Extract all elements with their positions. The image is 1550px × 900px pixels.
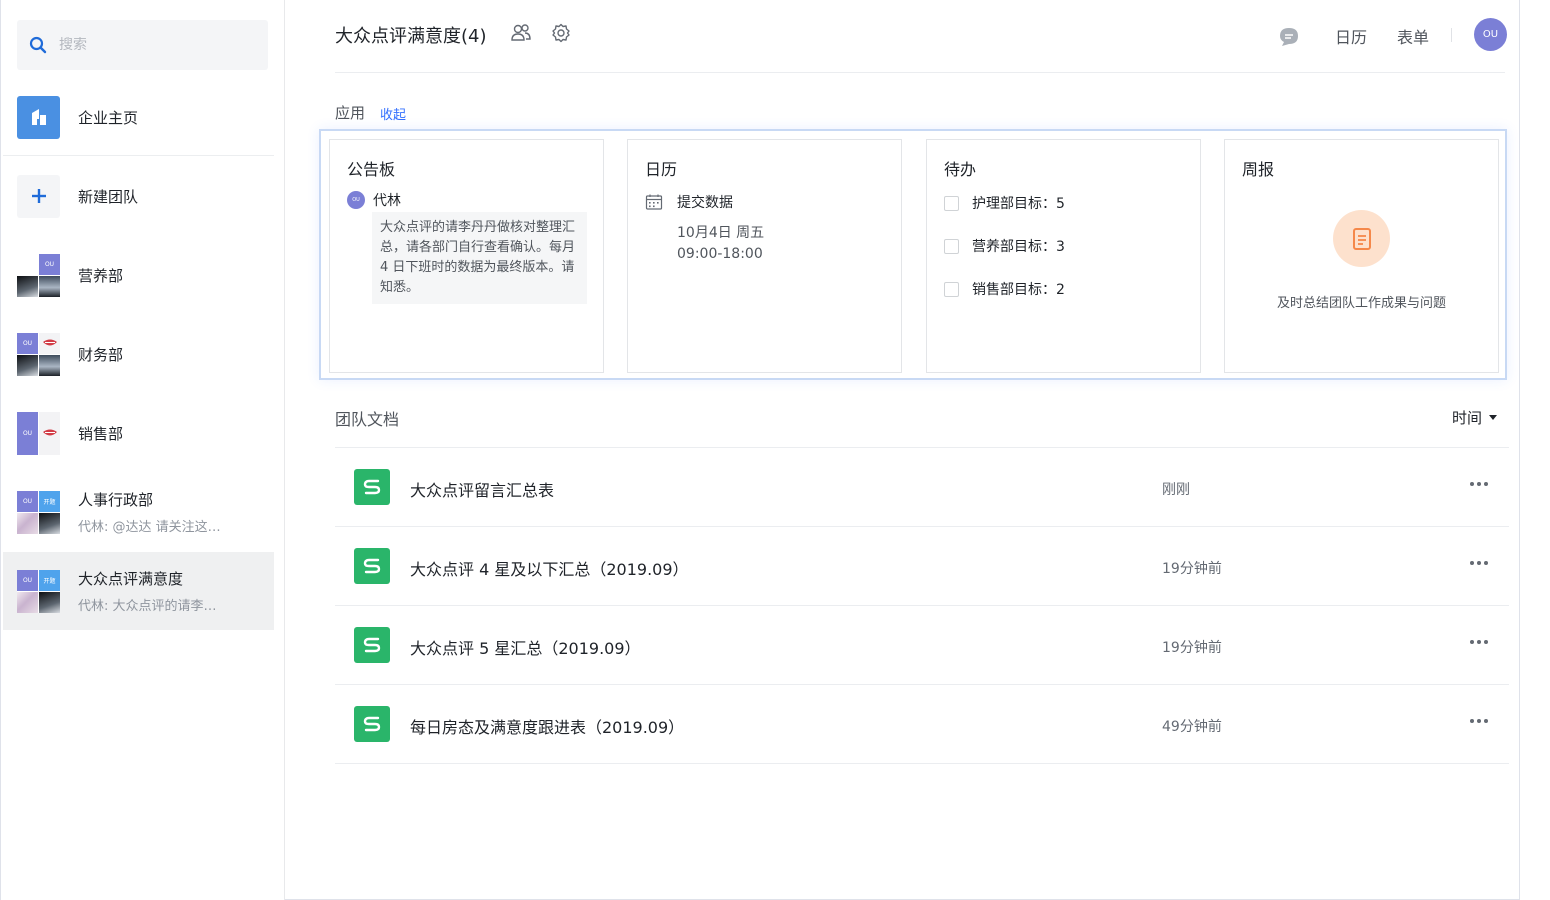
board-author: OU 代林 xyxy=(347,190,401,210)
calendar-event[interactable]: 提交数据 xyxy=(645,192,733,212)
board-message: 大众点评的请李丹丹做核对整理汇总，请各部门自行查看确认。每月 4 日下班时的数据… xyxy=(372,212,587,304)
card-title: 日历 xyxy=(645,160,678,179)
group-avatar: OU 开题 xyxy=(17,569,60,613)
user-avatar[interactable]: OU xyxy=(1474,18,1507,51)
header-divider xyxy=(1451,28,1452,42)
sheet-icon xyxy=(354,548,390,584)
doc-row[interactable]: 大众点评 4 星及以下汇总（2019.09） 19分钟前 xyxy=(335,527,1509,606)
bulletin-board-card[interactable]: 公告板 OU 代林 大众点评的请李丹丹做核对整理汇总，请各部门自行查看确认。每月… xyxy=(329,139,604,373)
sort-label: 时间 xyxy=(1452,409,1483,427)
sidebar-item-finance[interactable]: OU 财务部 xyxy=(3,315,274,393)
search-box[interactable] xyxy=(17,20,268,70)
sidebar-item-label: 财务部 xyxy=(78,345,124,364)
group-avatar: OU xyxy=(17,253,60,297)
doc-time: 19分钟前 xyxy=(1162,640,1222,656)
main-content: 大众点评满意度(4) 日历 表单 OU 应用 收起 公告板 OU 代林 大众点评… xyxy=(286,0,1520,900)
apps-panel: 公告板 OU 代林 大众点评的请李丹丹做核对整理汇总，请各部门自行查看确认。每月… xyxy=(319,129,1507,380)
apps-section-label: 应用 xyxy=(335,104,366,122)
event-time: 09:00-18:00 xyxy=(677,246,763,262)
more-icon[interactable] xyxy=(1467,630,1491,654)
sidebar-item-preview: 代林: @达达 请关注这… xyxy=(78,520,221,535)
search-icon xyxy=(29,36,47,54)
sidebar: 企业主页 新建团队 OU 营养部 OU 财务部 xyxy=(1,0,285,900)
sheet-icon xyxy=(354,627,390,663)
sidebar-divider xyxy=(3,155,274,156)
sidebar-item-label: 人事行政部 xyxy=(78,491,154,509)
report-icon xyxy=(1333,210,1390,267)
sidebar-item-dianping-satisfaction[interactable]: OU 开题 大众点评满意度 代林: 大众点评的请李… xyxy=(3,552,274,630)
todo-label: 护理部目标：5 xyxy=(972,196,1065,212)
building-icon xyxy=(17,95,60,139)
avatar: OU xyxy=(347,191,365,209)
sidebar-item-label: 销售部 xyxy=(78,424,124,443)
plus-icon xyxy=(17,174,60,218)
weekly-report-card[interactable]: 周报 及时总结团队工作成果与问题 xyxy=(1224,139,1499,373)
weekly-description: 及时总结团队工作成果与问题 xyxy=(1276,296,1446,311)
sidebar-item-label: 大众点评满意度 xyxy=(78,570,184,588)
members-icon[interactable] xyxy=(510,22,532,44)
collapse-apps-button[interactable]: 收起 xyxy=(380,104,406,123)
doc-name: 每日房态及满意度跟进表（2019.09） xyxy=(410,718,685,737)
sidebar-item-hr-admin[interactable]: OU 开题 人事行政部 代林: @达达 请关注这… xyxy=(3,473,274,551)
doc-time: 刚刚 xyxy=(1162,482,1190,498)
calendar-icon xyxy=(645,194,663,210)
doc-row[interactable]: 大众点评留言汇总表 刚刚 xyxy=(335,448,1509,527)
sheet-icon xyxy=(354,706,390,742)
doc-name: 大众点评留言汇总表 xyxy=(410,481,555,500)
group-avatar: OU xyxy=(17,411,60,455)
sidebar-item-nutrition[interactable]: OU 营养部 xyxy=(3,236,274,314)
card-title: 周报 xyxy=(1242,160,1275,179)
sidebar-item-new-team[interactable]: 新建团队 xyxy=(3,157,274,235)
todo-checkbox[interactable] xyxy=(944,281,959,297)
todo-checkbox[interactable] xyxy=(944,238,959,254)
doc-name: 大众点评 5 星汇总（2019.09） xyxy=(410,639,641,658)
docs-section-label: 团队文档 xyxy=(335,410,400,429)
todo-item[interactable]: 销售部目标：2 xyxy=(944,279,1065,299)
sidebar-item-company-home[interactable]: 企业主页 xyxy=(3,78,274,156)
caret-down-icon xyxy=(1489,415,1498,420)
search-input[interactable] xyxy=(59,37,239,53)
todo-item[interactable]: 营养部目标：3 xyxy=(944,236,1065,256)
doc-time: 49分钟前 xyxy=(1162,719,1222,735)
event-date: 10月4日 周五 xyxy=(677,225,765,241)
doc-time: 19分钟前 xyxy=(1162,561,1222,577)
more-icon[interactable] xyxy=(1467,709,1491,733)
sheet-icon xyxy=(354,469,390,505)
app-window: 企业主页 新建团队 OU 营养部 OU 财务部 xyxy=(0,0,1520,900)
doc-row[interactable]: 每日房态及满意度跟进表（2019.09） 49分钟前 xyxy=(335,685,1509,764)
header-divider-line xyxy=(335,72,1505,73)
more-icon[interactable] xyxy=(1467,472,1491,496)
todo-checkbox[interactable] xyxy=(944,195,959,211)
card-title: 公告板 xyxy=(347,160,396,179)
sidebar-item-preview: 代林: 大众点评的请李… xyxy=(78,599,217,614)
doc-row[interactable]: 大众点评 5 星汇总（2019.09） 19分钟前 xyxy=(335,606,1509,685)
todo-card[interactable]: 待办 护理部目标：5 营养部目标：3 销售部目标：2 xyxy=(926,139,1201,373)
page-title: 大众点评满意度(4) xyxy=(335,26,487,47)
sidebar-item-sales[interactable]: OU 销售部 xyxy=(3,394,274,472)
group-avatar: OU 开题 xyxy=(17,490,60,534)
form-link[interactable]: 表单 xyxy=(1397,24,1429,48)
sidebar-item-label: 企业主页 xyxy=(78,108,139,127)
more-icon[interactable] xyxy=(1467,551,1491,575)
doc-name: 大众点评 4 星及以下汇总（2019.09） xyxy=(410,560,689,579)
settings-icon[interactable] xyxy=(550,22,572,44)
calendar-card[interactable]: 日历 提交数据 10月4日 周五 09:00-18:00 xyxy=(627,139,902,373)
todo-label: 营养部目标：3 xyxy=(972,239,1065,255)
sidebar-item-label: 营养部 xyxy=(78,266,124,285)
event-title: 提交数据 xyxy=(677,195,733,211)
card-title: 待办 xyxy=(944,160,977,179)
chat-icon[interactable] xyxy=(1278,26,1300,48)
sort-dropdown[interactable]: 时间 xyxy=(1452,407,1498,428)
todo-item[interactable]: 护理部目标：5 xyxy=(944,193,1065,213)
calendar-link[interactable]: 日历 xyxy=(1335,24,1367,48)
group-avatar: OU xyxy=(17,332,60,376)
todo-label: 销售部目标：2 xyxy=(972,282,1065,298)
author-name: 代林 xyxy=(373,193,401,209)
sidebar-item-label: 新建团队 xyxy=(78,187,139,206)
